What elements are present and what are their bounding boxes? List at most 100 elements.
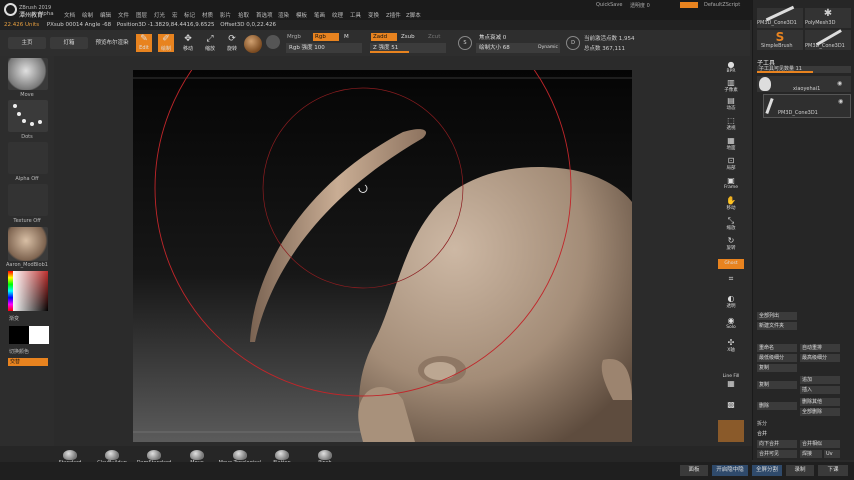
secondary-color-swatch[interactable]	[29, 326, 49, 344]
m-button[interactable]: M	[344, 34, 349, 40]
rotate-button[interactable]: ⟳ 旋转	[224, 34, 240, 52]
merge-down-button[interactable]: 向下合并	[757, 440, 797, 448]
open-hide-button[interactable]: 开启隐中隐	[712, 465, 748, 476]
delete-button[interactable]: 删除	[757, 402, 797, 410]
persp-button[interactable]: ⬚ 透视	[718, 116, 744, 131]
insert-button[interactable]: 插入	[800, 386, 840, 394]
s-icon[interactable]: S	[458, 36, 472, 50]
alternate-button[interactable]: 交替	[8, 358, 48, 366]
zsub-button[interactable]: Zsub	[401, 34, 415, 40]
dynamic-toggle[interactable]: Dynamic	[538, 43, 558, 53]
menu-marker[interactable]: 标记	[184, 11, 195, 19]
zcut-button[interactable]: Zcut	[428, 34, 440, 40]
live-boolean-button[interactable]: 预览布尔渲染	[92, 37, 132, 49]
rotate-view-button[interactable]: ↻ 旋转	[718, 236, 744, 251]
menu-layer[interactable]: 图层	[136, 11, 147, 19]
menu-render[interactable]: 渲染	[278, 11, 289, 19]
append-button[interactable]: 追加	[800, 376, 840, 384]
menu-zplugin[interactable]: Z插件	[386, 11, 401, 19]
see-through-slider[interactable]: 透明度 0	[630, 2, 650, 9]
menu-movie[interactable]: 影片	[220, 11, 231, 19]
record-button[interactable]: 录制	[786, 465, 814, 476]
menu-alpha[interactable]: Alpha	[38, 11, 54, 17]
eye-icon[interactable]: ◉	[837, 80, 842, 87]
menu-material[interactable]: 材质	[202, 11, 213, 19]
menu-tool[interactable]: 工具	[350, 11, 361, 19]
transp-button[interactable]: ◐ 透明	[718, 294, 744, 309]
copy-button-2[interactable]: 复制	[757, 381, 797, 389]
panel-button[interactable]: 面板	[680, 465, 708, 476]
polyf-button[interactable]: ▩	[718, 400, 744, 414]
menu-light[interactable]: 灯光	[154, 11, 165, 19]
split-label[interactable]: 拆分	[757, 420, 767, 428]
quicksave-button[interactable]: QuickSave	[596, 2, 622, 8]
document-viewport[interactable]	[133, 70, 632, 442]
solo-button[interactable]: ◉ Solo	[718, 316, 744, 330]
delete-all-button[interactable]: 全部删除	[800, 408, 840, 416]
menus-toggle-button[interactable]	[680, 2, 698, 8]
menu-transform[interactable]: 变换	[368, 11, 379, 19]
copy-button[interactable]: 复制	[757, 364, 797, 372]
ghost-button[interactable]: Ghost	[718, 259, 744, 269]
dynamic-button[interactable]: ▤ 动态	[718, 96, 744, 111]
line-fill-button[interactable]: Line Fill ▦	[718, 374, 744, 388]
menu-edit[interactable]: 编辑	[100, 11, 111, 19]
polyframe-button[interactable]: ⌗	[718, 274, 744, 288]
color-picker[interactable]	[8, 271, 48, 311]
subtool-row-2[interactable]: PM3D_Cone3D1 ◉	[763, 94, 851, 118]
mrgb-button[interactable]: Mrgb	[287, 34, 301, 40]
rgb-intensity-slider[interactable]: Rgb 强度 100	[286, 43, 362, 53]
xyz-button[interactable]: ✣ X轴	[718, 338, 744, 353]
hue-strip[interactable]	[8, 271, 13, 311]
menu-stencil[interactable]: 模板	[296, 11, 307, 19]
z-intensity-slider[interactable]: Z 强度 51	[370, 43, 446, 53]
alpha-thumbnail[interactable]	[8, 142, 48, 174]
main-color-swatch[interactable]	[9, 326, 29, 344]
menu-zscript[interactable]: Z脚本	[406, 11, 421, 19]
auto-reorder-button[interactable]: 自动重排	[800, 344, 840, 352]
material-thumbnail[interactable]	[8, 227, 48, 261]
weld-button[interactable]: 焊接	[800, 450, 822, 458]
list-all-button[interactable]: 全部列出	[757, 312, 797, 320]
delete-other-button[interactable]: 删除其他	[800, 398, 840, 406]
stroke-thumbnail[interactable]	[8, 100, 48, 132]
brush-thumbnail[interactable]	[8, 58, 48, 90]
eye-icon-2[interactable]: ◉	[838, 98, 843, 105]
subpixel-button[interactable]: ▥ 子像素	[718, 78, 744, 93]
rgb-button[interactable]: Rgb	[313, 33, 339, 41]
menu-file[interactable]: 文件	[118, 11, 129, 19]
subtool-row-1[interactable]: xiaoyehai1 ◉	[757, 76, 851, 92]
material-preview-icon[interactable]	[718, 420, 744, 442]
new-folder-button[interactable]: 新建文件夹	[757, 322, 797, 330]
frame-button[interactable]: ▣ Frame	[718, 176, 744, 190]
zadd-button[interactable]: Zadd	[371, 33, 397, 41]
merge-visible-button[interactable]: 合并可见	[757, 450, 797, 458]
move-view-button[interactable]: ✋ 移动	[718, 196, 744, 211]
scale-view-button[interactable]: ⤡ 缩放	[718, 216, 744, 231]
sphere-icon[interactable]	[266, 35, 280, 49]
rename-button[interactable]: 重命名	[757, 344, 797, 352]
merge-label[interactable]: 合并	[757, 430, 767, 438]
home-page-button[interactable]: 主页	[8, 37, 46, 49]
draw-size-slider[interactable]: 绘制大小 68 Dynamic	[476, 43, 560, 53]
all-low-button[interactable]: 最低级细分	[757, 354, 797, 362]
floor-button[interactable]: ▦ 地面	[718, 136, 744, 151]
local-button[interactable]: ⊡ 局部	[718, 156, 744, 171]
lightbox-button[interactable]: 灯箱	[50, 37, 88, 49]
menu-preferences[interactable]: 首选项	[256, 11, 273, 19]
menu-picker[interactable]: 拾取	[238, 11, 249, 19]
subtool-visible-count-slider[interactable]: 子工具可见数量 11	[757, 66, 851, 73]
default-zscript-button[interactable]: DefaultZScript	[704, 2, 740, 8]
draw-button[interactable]: ✐ 绘制	[158, 34, 174, 52]
bpr-button[interactable]: ● BPR	[718, 60, 744, 74]
d-icon[interactable]: D	[566, 36, 580, 50]
menu-macro[interactable]: 宏	[172, 11, 178, 19]
menu-document[interactable]: 文档	[64, 11, 75, 19]
material-swatch[interactable]	[244, 35, 262, 53]
full-split-button[interactable]: 全屏分割	[752, 465, 782, 476]
menu-draw[interactable]: 绘制	[82, 11, 93, 19]
scale-button[interactable]: ⤢ 缩放	[202, 34, 218, 52]
focal-shift-slider[interactable]: 焦点衰减 0	[476, 33, 560, 43]
move-button[interactable]: ✥ 移动	[180, 34, 196, 52]
edit-button[interactable]: ✎ Edit	[136, 34, 152, 52]
